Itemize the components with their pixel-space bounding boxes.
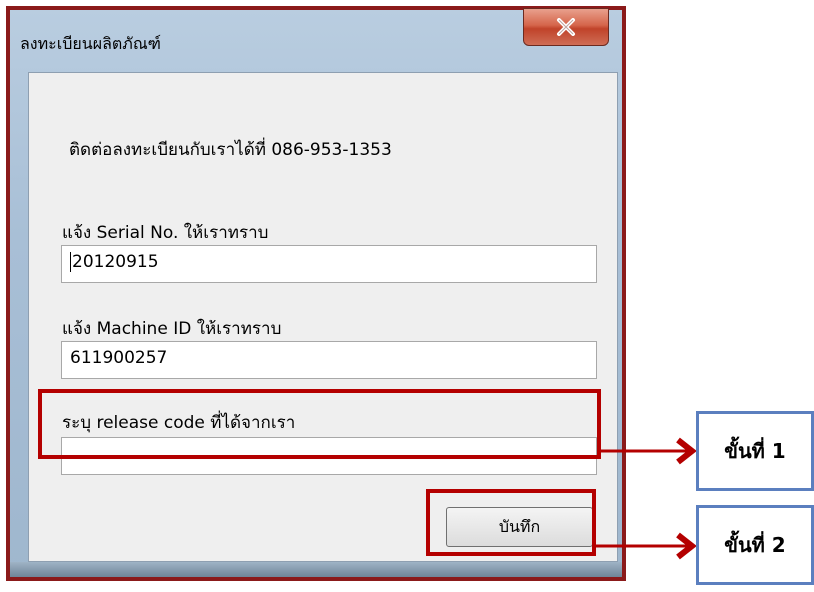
step-arrows	[596, 437, 697, 560]
arrow-step1	[601, 437, 697, 465]
step1-box: ขั้นที่ 1	[696, 411, 814, 491]
step2-box: ขั้นที่ 2	[696, 505, 814, 585]
arrow-step2	[596, 532, 697, 560]
